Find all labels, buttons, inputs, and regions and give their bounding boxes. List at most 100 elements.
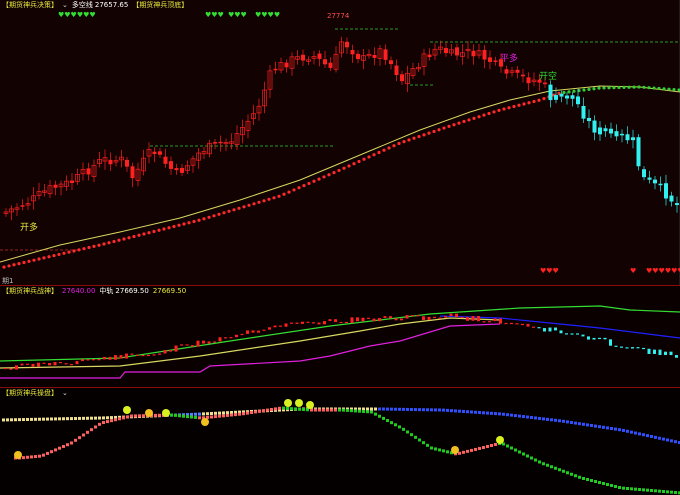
oscillator-block (382, 416, 385, 420)
mini-candle (9, 368, 13, 370)
trend-dot (197, 218, 201, 222)
control-line-block (414, 408, 417, 412)
oscillator-block (642, 488, 645, 492)
trend-dot (132, 234, 136, 239)
mini-candle (515, 323, 519, 325)
trend-dot (667, 87, 671, 91)
main-chart-canvas[interactable] (0, 0, 680, 285)
mini-candle (317, 322, 321, 325)
band-indicator-panel[interactable]: 【期货神兵战神】 27640.00 中轨 27669.50 27669.50 (0, 286, 680, 387)
mini-candle (592, 337, 596, 340)
oscillator-block (90, 428, 93, 432)
mini-candle (163, 350, 167, 354)
trend-dot (452, 123, 456, 127)
trend-dot (277, 194, 281, 198)
control-line-block (510, 413, 513, 417)
mini-candle (295, 322, 299, 324)
trend-dot (12, 263, 16, 267)
trend-dot (487, 111, 491, 116)
mini-candle (504, 322, 508, 325)
period-corner-label: 期1 (2, 277, 14, 285)
candle-body (581, 105, 586, 119)
chevron-down-icon[interactable]: ⌄ (62, 389, 68, 397)
trend-dot (27, 259, 31, 263)
main-chart-panel[interactable]: 【期货神兵决策】 ⌄ 多空线 27657.65 【期货神兵顶底】 ♥♥♥♥♥♥ ♥♥♥ … (0, 0, 680, 285)
trend-dot (122, 237, 126, 241)
oscillator-block (674, 491, 677, 494)
trend-dot (612, 86, 616, 90)
control-line-block (366, 407, 369, 411)
mini-candle (658, 349, 662, 356)
oscillator-block (290, 407, 293, 411)
oscillator-block (102, 421, 105, 425)
candle-body (482, 49, 487, 60)
band-indicator-canvas[interactable] (0, 286, 680, 387)
oscillator-block (58, 446, 61, 450)
candle-body (576, 96, 580, 105)
candle-body (400, 74, 404, 82)
lower-band-line (0, 323, 501, 379)
trend-dot (607, 86, 611, 90)
indicator-name-decision[interactable]: 【期货神兵决策】 (2, 1, 58, 9)
oscillator-block (30, 455, 33, 459)
mini-candle (180, 344, 183, 346)
trend-dot (637, 85, 641, 89)
indicator-name-trade[interactable]: 【期货神兵操盘】 (2, 389, 58, 397)
control-line-block (26, 417, 29, 421)
trend-dot (402, 140, 406, 144)
control-line-block (450, 409, 453, 413)
trend-dot (52, 253, 56, 258)
mini-candle (114, 355, 117, 360)
smiley-marker-icon (162, 409, 170, 417)
candle-body (636, 137, 641, 167)
mini-candle (609, 339, 612, 346)
oscillator-canvas[interactable] (0, 388, 680, 495)
control-line-block (574, 421, 577, 425)
trend-dot (297, 186, 301, 190)
control-line-block (610, 427, 613, 430)
oscillator-block (338, 408, 341, 412)
mini-candle (207, 341, 211, 344)
mini-candle (141, 354, 145, 357)
mini-candle (356, 317, 359, 322)
oscillator-block (594, 480, 597, 483)
control-line-block (466, 410, 469, 414)
trend-dot (497, 108, 501, 112)
candle-body (658, 183, 663, 186)
mini-candle (664, 351, 667, 356)
oscillator-block (66, 443, 69, 447)
candle-body (603, 128, 608, 132)
oscillator-block (154, 413, 157, 417)
control-line-block (438, 408, 441, 412)
trend-dot (112, 239, 116, 244)
top-hearts-4: ♥♥♥♥ (255, 11, 281, 19)
mini-candle (653, 349, 656, 354)
oscillator-block (478, 446, 481, 450)
indicator-name-battle[interactable]: 【期货神兵战神】 (2, 287, 58, 295)
chevron-down-icon[interactable]: ⌄ (62, 1, 68, 9)
trend-dot (267, 197, 271, 201)
trend-dot (287, 190, 291, 194)
control-line-block (34, 417, 37, 421)
control-line-block (502, 412, 505, 416)
oscillator-block (266, 408, 269, 412)
trend-dot (257, 200, 261, 204)
mini-candle (290, 322, 293, 324)
mini-candle (202, 340, 205, 344)
mini-candle (251, 330, 255, 333)
control-line-block (650, 435, 653, 438)
indicator-name-topbottom[interactable]: 【期货神兵顶底】 (132, 1, 188, 9)
oscillator-block (22, 456, 25, 460)
oscillator-panel[interactable]: 【期货神兵操盘】 ⌄ (0, 388, 680, 495)
control-line-block (74, 417, 77, 421)
top-hearts-3: ♥♥♥ (228, 11, 247, 19)
control-line-block (222, 411, 225, 415)
trend-dot (467, 118, 471, 122)
candle-body (664, 183, 668, 199)
oscillator-block (78, 436, 81, 440)
mini-candle (675, 355, 678, 358)
candle-body (592, 120, 597, 133)
candle-body (488, 57, 492, 62)
oscillator-block (54, 448, 57, 452)
mini-candle (367, 317, 370, 319)
